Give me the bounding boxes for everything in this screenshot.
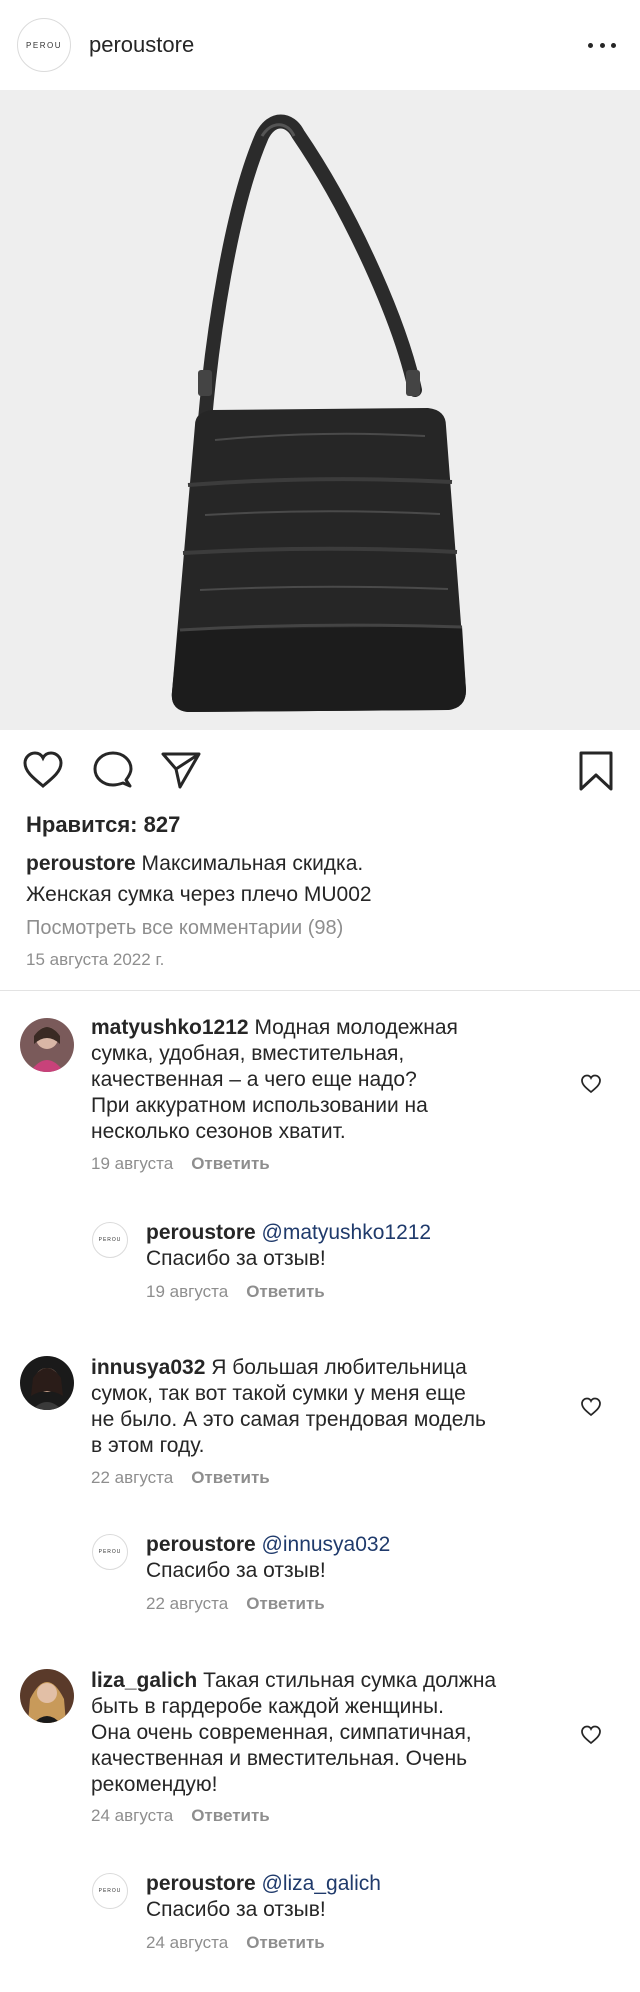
reply-button[interactable]: Ответить xyxy=(246,1933,325,1952)
comment-item: liza_galich Такая стильная сумка должна … xyxy=(0,1655,640,1835)
caption: peroustore Максимальная скидка. Женская … xyxy=(26,848,616,910)
comment-line: сумок, так вот такой сумки у меня еще xyxy=(91,1382,466,1405)
comment-line: в этом году. xyxy=(91,1434,205,1457)
caption-line-1: Максимальная скидка. xyxy=(141,852,364,875)
comment-text: peroustore @innusya032 Спасибо за отзыв! xyxy=(146,1532,586,1584)
comment-username[interactable]: liza_galich xyxy=(91,1669,197,1692)
comment-meta: 22 августа Ответить xyxy=(91,1468,270,1488)
comment-date: 19 августа xyxy=(91,1154,174,1173)
comment-date: 22 августа xyxy=(91,1468,174,1487)
avatar[interactable] xyxy=(20,1356,74,1410)
reply-button[interactable]: Ответить xyxy=(191,1154,270,1173)
comment-like-icon[interactable] xyxy=(580,1397,602,1422)
comment-line: рекомендую! xyxy=(91,1773,218,1796)
mention-link[interactable]: @innusya032 xyxy=(262,1533,391,1556)
comment-username[interactable]: peroustore xyxy=(146,1221,256,1244)
reply-item: PEROU peroustore @liza_galich Спасибо за… xyxy=(0,1861,640,1971)
comment-text: peroustore @matyushko1212 Спасибо за отз… xyxy=(146,1220,586,1272)
mention-link[interactable]: @liza_galich xyxy=(262,1872,381,1895)
comment-icon[interactable] xyxy=(92,750,134,795)
comment-username[interactable]: peroustore xyxy=(146,1533,256,1556)
comment-meta: 22 августа Ответить xyxy=(146,1594,325,1614)
comment-line: При аккуратном использовании на xyxy=(91,1094,428,1117)
post-image[interactable] xyxy=(0,90,640,730)
avatar[interactable]: PEROU xyxy=(92,1534,128,1570)
heart-icon[interactable] xyxy=(22,750,64,795)
comment-meta: 24 августа Ответить xyxy=(91,1806,270,1826)
comment-line: не было. А это самая трендовая модель xyxy=(91,1408,486,1431)
comment-meta: 19 августа Ответить xyxy=(146,1282,325,1302)
comment-date: 24 августа xyxy=(146,1933,229,1952)
bookmark-icon[interactable] xyxy=(578,750,614,797)
avatar[interactable]: PEROU xyxy=(92,1873,128,1909)
bag-image xyxy=(0,90,640,730)
comment-like-icon[interactable] xyxy=(580,1725,602,1750)
comment-line: Спасибо за отзыв! xyxy=(146,1559,326,1582)
comment-username[interactable]: innusya032 xyxy=(91,1356,205,1379)
comment-date: 19 августа xyxy=(146,1282,229,1301)
view-all-comments-link[interactable]: Посмотреть все комментарии (98) xyxy=(26,917,343,940)
reply-item: PEROU peroustore @matyushko1212 Спасибо … xyxy=(0,1210,640,1320)
comment-date: 22 августа xyxy=(146,1594,229,1613)
comment-item: innusya032 Я большая любительница сумок,… xyxy=(0,1340,640,1500)
caption-line-2: Женская сумка через плечо MU002 xyxy=(26,883,372,906)
comment-text: liza_galich Такая стильная сумка должна … xyxy=(91,1668,571,1798)
post-date: 15 августа 2022 г. xyxy=(26,950,165,969)
logo-text: PEROU xyxy=(26,40,62,50)
store-avatar[interactable]: PEROU xyxy=(17,18,71,72)
reply-button[interactable]: Ответить xyxy=(191,1468,270,1487)
likes-count[interactable]: Нравится: 827 xyxy=(26,812,180,838)
divider xyxy=(0,990,640,991)
comment-line: качественная и вместительная. Очень xyxy=(91,1747,468,1770)
comment-date: 24 августа xyxy=(91,1806,174,1825)
reply-button[interactable]: Ответить xyxy=(191,1806,270,1825)
comment-line: несколько сезонов хватит. xyxy=(91,1120,346,1143)
avatar[interactable]: PEROU xyxy=(92,1222,128,1258)
comment-text: innusya032 Я большая любительница сумок,… xyxy=(91,1355,571,1459)
comment-meta: 19 августа Ответить xyxy=(91,1154,270,1174)
more-horizontal-icon[interactable] xyxy=(588,34,616,56)
comment-username[interactable]: matyushko1212 xyxy=(91,1016,249,1039)
comment-meta: 24 августа Ответить xyxy=(146,1933,325,1953)
post-action-bar xyxy=(0,730,640,810)
comment-line: Модная молодежная xyxy=(254,1016,458,1039)
comment-like-icon[interactable] xyxy=(580,1074,602,1099)
comment-text: matyushko1212 Модная молодежная сумка, у… xyxy=(91,1015,561,1145)
comment-line: Спасибо за отзыв! xyxy=(146,1247,326,1270)
comment-line: сумка, удобная, вместительная, xyxy=(91,1042,405,1065)
comment-line: быть в гардеробе каждой женщины. xyxy=(91,1695,444,1718)
mention-link[interactable]: @matyushko1212 xyxy=(262,1221,432,1244)
header-username[interactable]: peroustore xyxy=(89,32,194,58)
reply-item: PEROU peroustore @innusya032 Спасибо за … xyxy=(0,1522,640,1632)
comment-line: Я большая любительница xyxy=(211,1356,467,1379)
comment-item: matyushko1212 Модная молодежная сумка, у… xyxy=(0,1000,640,1190)
caption-username[interactable]: peroustore xyxy=(26,852,136,875)
comment-line: Спасибо за отзыв! xyxy=(146,1898,326,1921)
avatar[interactable] xyxy=(20,1018,74,1072)
reply-button[interactable]: Ответить xyxy=(246,1282,325,1301)
comment-line: Такая стильная сумка должна xyxy=(203,1669,497,1692)
avatar[interactable] xyxy=(20,1669,74,1723)
comment-text: peroustore @liza_galich Спасибо за отзыв… xyxy=(146,1871,586,1923)
comment-line: Она очень современная, симпатичная, xyxy=(91,1721,472,1744)
send-icon[interactable] xyxy=(160,750,202,795)
comment-username[interactable]: peroustore xyxy=(146,1872,256,1895)
post-header: PEROU peroustore xyxy=(0,0,640,90)
comment-line: качественная – а чего еще надо? xyxy=(91,1068,417,1091)
reply-button[interactable]: Ответить xyxy=(246,1594,325,1613)
